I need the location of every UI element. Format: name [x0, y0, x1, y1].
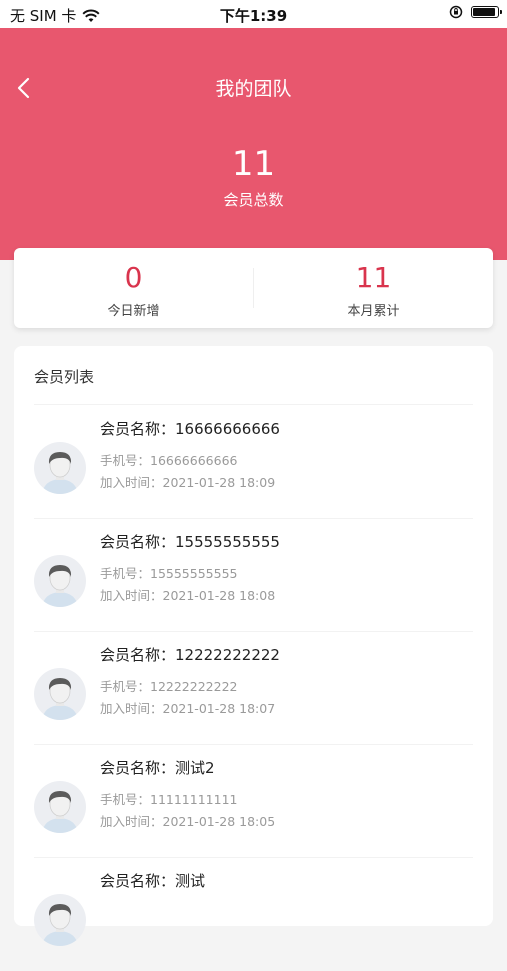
- avatar-icon: [34, 894, 86, 946]
- member-phone: 手机号：12222222222: [100, 679, 238, 694]
- member-name: 会员名称：测试2: [100, 759, 215, 777]
- member-name: 会员名称：12222222222: [100, 646, 280, 664]
- today-new-count: 0: [124, 261, 143, 294]
- month-total-label: 本月累计: [347, 304, 400, 319]
- orientation-lock-icon: [449, 5, 463, 19]
- avatar-icon: [34, 781, 86, 833]
- member-list-title: 会员列表: [34, 368, 95, 386]
- battery-fill: [473, 8, 495, 16]
- member-joined-time: 加入时间：2021-01-28 18:09: [100, 475, 276, 490]
- header: 我的团队 11 会员总数: [0, 28, 507, 260]
- list-item[interactable]: 会员名称：测试: [14, 858, 493, 971]
- member-phone: 手机号：11111111111: [100, 792, 238, 807]
- stats-card: 0 今日新增 11 本月累计: [14, 248, 493, 328]
- member-phone: 手机号：16666666666: [100, 453, 238, 468]
- today-new-label: 今日新增: [107, 304, 160, 319]
- member-phone: 手机号：15555555555: [100, 566, 238, 581]
- member-joined-time: 加入时间：2021-01-28 18:05: [100, 814, 276, 829]
- divider: [34, 404, 473, 405]
- member-list-card: 会员列表 会员名称：16666666666 手机号：16666666666 加入…: [14, 346, 493, 946]
- stat-month-total: 11 本月累计: [254, 248, 493, 328]
- list-item[interactable]: 会员名称：12222222222 手机号：12222222222 加入时间：20…: [14, 632, 493, 745]
- avatar-icon: [34, 442, 86, 494]
- status-right: [449, 5, 502, 19]
- battery-icon: [471, 6, 502, 18]
- member-name: 会员名称：测试: [100, 872, 206, 890]
- status-bar: 无 SIM 卡 下午1:39: [0, 0, 507, 28]
- avatar-icon: [34, 555, 86, 607]
- month-total-count: 11: [355, 261, 392, 294]
- list-item[interactable]: 会员名称：15555555555 手机号：15555555555 加入时间：20…: [14, 519, 493, 632]
- list-item[interactable]: 会员名称：测试2 手机号：11111111111 加入时间：2021-01-28…: [14, 745, 493, 858]
- member-joined-time: 加入时间：2021-01-28 18:08: [100, 588, 276, 603]
- list-item[interactable]: 会员名称：16666666666 手机号：16666666666 加入时间：20…: [14, 406, 493, 519]
- total-member-label: 会员总数: [223, 191, 284, 209]
- avatar-icon: [34, 668, 86, 720]
- member-joined-time: 加入时间：2021-01-28 18:07: [100, 701, 276, 716]
- page-title: 我的团队: [215, 78, 292, 100]
- member-name: 会员名称：15555555555: [100, 533, 280, 551]
- stat-today-new: 0 今日新增: [14, 248, 253, 328]
- status-time: 下午1:39: [219, 7, 288, 25]
- member-name: 会员名称：16666666666: [100, 420, 280, 438]
- total-member-count: 11: [231, 144, 276, 184]
